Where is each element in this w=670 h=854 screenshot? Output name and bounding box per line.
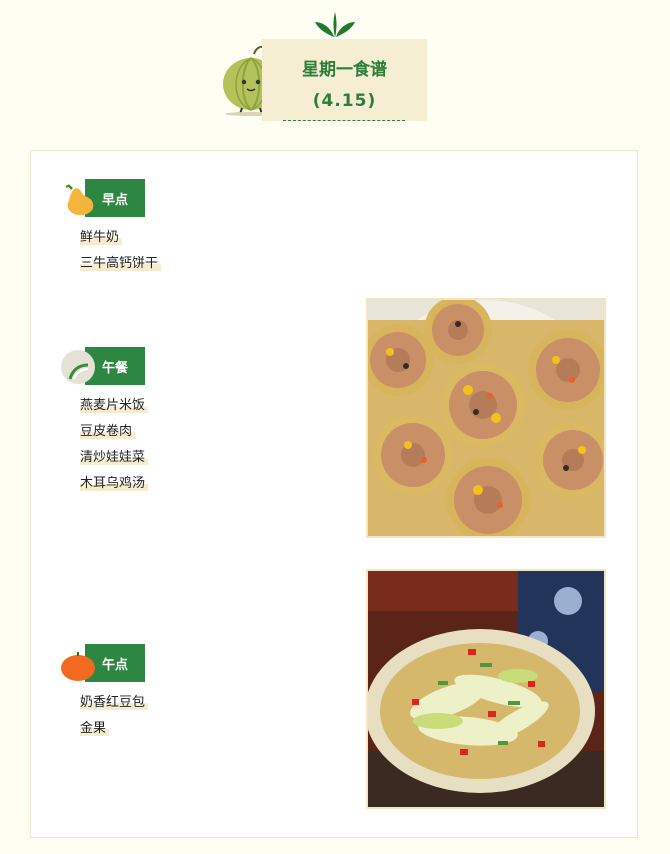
page-title: 星期一食谱 [302, 60, 387, 80]
section-items: 燕麦片米饭 豆皮卷肉 清炒娃娃菜 木耳乌鸡汤 [80, 393, 149, 497]
title-box: 星期一食谱 (4.15) [262, 39, 427, 121]
pumpkin-icon [61, 652, 95, 681]
menu-item: 鲜牛奶 [80, 225, 161, 251]
menu-item: 豆皮卷肉 [80, 419, 148, 445]
title-divider [283, 120, 405, 121]
menu-item: 燕麦片米饭 [80, 393, 149, 419]
menu-item: 清炒娃娃菜 [80, 445, 149, 471]
section-items: 鲜牛奶 三牛高钙饼干 [80, 225, 162, 277]
bean-curd-roll-photo [366, 298, 606, 538]
section-items: 奶香红豆包 金果 [80, 690, 149, 742]
menu-item: 金果 [80, 716, 148, 742]
stir-fried-cabbage-photo [366, 569, 606, 809]
sprout-icon [315, 12, 355, 38]
menu-item: 木耳乌鸡汤 [80, 471, 149, 497]
menu-date: (4.15) [312, 91, 377, 111]
page-header: 星期一食谱 (4.15) [0, 0, 670, 140]
menu-item: 奶香红豆包 [80, 690, 149, 716]
pear-icon [65, 184, 94, 215]
mushroom-icon [61, 350, 95, 384]
menu-item: 三牛高钙饼干 [80, 251, 162, 277]
